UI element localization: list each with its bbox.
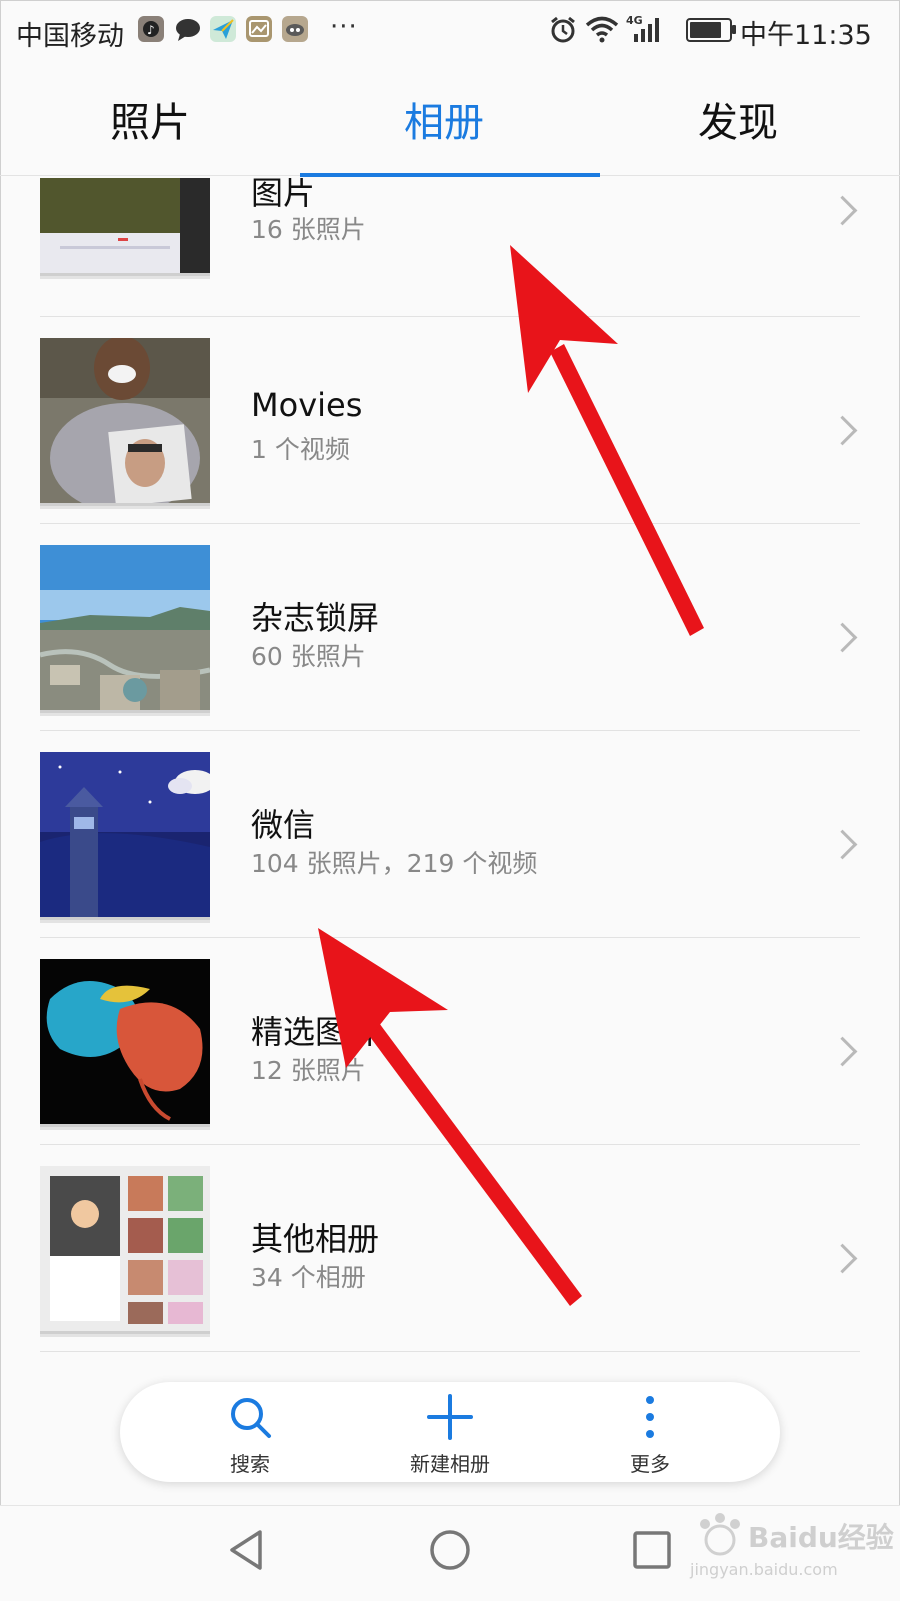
more-label: 更多 [630, 1452, 670, 1476]
back-icon[interactable] [226, 1528, 266, 1576]
cloud-app-icon [282, 16, 308, 42]
album-count: 104 张照片，219 个视频 [251, 849, 538, 878]
wifi-icon [584, 14, 620, 48]
album-row-movies[interactable]: Movies 1 个视频 [0, 338, 900, 545]
row-divider [40, 730, 860, 731]
battery-icon [686, 18, 736, 42]
album-row-wechat[interactable]: 微信 104 张照片，219 个视频 [0, 752, 900, 959]
album-title: 其他相册 [251, 1220, 380, 1258]
album-row-featured[interactable]: 精选图片 12 张照片 [0, 959, 900, 1166]
watermark-brand: Baidu经验 [748, 1521, 894, 1554]
row-divider [40, 523, 860, 524]
chat-bubble-icon [174, 16, 200, 42]
top-tab-bar: 照片 相册 发现 [0, 60, 900, 178]
chevron-right-icon [827, 195, 858, 226]
row-divider [40, 937, 860, 938]
album-count: 12 张照片 [251, 1056, 366, 1085]
album-title: 微信 [251, 806, 316, 844]
album-title: 图片 [251, 178, 316, 212]
recent-apps-icon[interactable] [632, 1530, 672, 1574]
chevron-right-icon [827, 415, 858, 446]
battery-level-fill [690, 22, 721, 38]
more-vertical-icon [625, 1396, 675, 1446]
cellular-signal-icon: 4G [626, 14, 662, 48]
active-tab-indicator [300, 173, 600, 177]
more-button[interactable]: 更多 [570, 1392, 730, 1477]
status-time: 中午11:35 [740, 20, 872, 51]
tab-discover[interactable]: 发现 [588, 90, 888, 148]
tiktok-notification-icon: ♪ [138, 16, 164, 42]
chevron-right-icon [827, 622, 858, 653]
album-list: 图片 16 张照片 Movies 1 个视频 杂志锁屏 60 张照片 微信 10… [0, 178, 900, 1378]
svg-text:♪: ♪ [147, 23, 155, 37]
search-button[interactable]: 搜索 [170, 1392, 330, 1477]
album-count: 34 个相册 [251, 1263, 366, 1292]
send-app-icon [210, 16, 236, 42]
album-title: 精选图片 [251, 1013, 380, 1051]
chevron-right-icon [827, 1036, 858, 1067]
more-notifications-indicator: ··· [330, 12, 358, 42]
bottom-action-bar: 搜索 新建相册 更多 [120, 1382, 780, 1482]
row-divider [40, 316, 860, 317]
album-count: 1 个视频 [251, 435, 350, 464]
new-album-label: 新建相册 [410, 1452, 490, 1476]
home-icon[interactable] [428, 1528, 472, 1576]
chevron-right-icon [827, 1243, 858, 1274]
row-divider [40, 1144, 860, 1145]
album-thumbnail [40, 178, 210, 273]
album-title: 杂志锁屏 [251, 599, 380, 637]
album-row-pictures[interactable]: 图片 16 张照片 [0, 178, 900, 355]
row-divider [40, 1351, 860, 1352]
carrier-label: 中国移动 [16, 21, 124, 52]
album-thumbnail [40, 545, 210, 710]
watermark-url: jingyan.baidu.com [690, 1560, 838, 1579]
paw-logo-icon [690, 1510, 750, 1564]
album-thumbnail [40, 338, 210, 503]
album-row-other[interactable]: 其他相册 34 个相册 [0, 1166, 900, 1373]
gallery-app-icon [246, 16, 272, 42]
search-label: 搜索 [230, 1452, 270, 1476]
status-bar: 中国移动 ♪ ··· 4G 中午11:35 [0, 0, 900, 60]
album-thumbnail [40, 1166, 210, 1331]
album-thumbnail [40, 752, 210, 917]
alarm-icon [548, 15, 578, 49]
chevron-right-icon [827, 829, 858, 860]
album-row-magazine-lockscreen[interactable]: 杂志锁屏 60 张照片 [0, 545, 900, 752]
plus-icon [425, 1394, 475, 1446]
tab-albums[interactable]: 相册 [294, 90, 594, 148]
album-count: 60 张照片 [251, 642, 366, 671]
tab-photos[interactable]: 照片 [0, 90, 300, 148]
network-type-label: 4G [626, 14, 643, 27]
album-thumbnail [40, 959, 210, 1124]
album-title: Movies [251, 386, 363, 424]
search-icon [225, 1398, 275, 1446]
album-count: 16 张照片 [251, 215, 366, 244]
new-album-button[interactable]: 新建相册 [370, 1392, 530, 1477]
